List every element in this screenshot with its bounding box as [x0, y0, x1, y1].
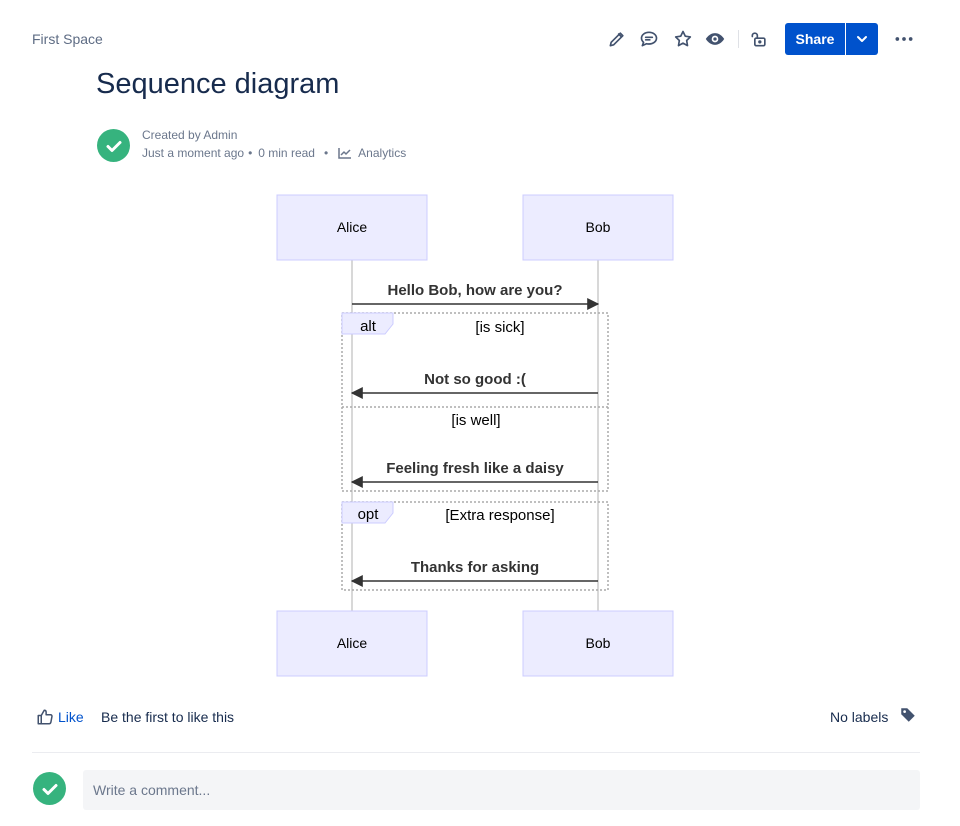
restrictions-button[interactable]: [746, 26, 772, 52]
message-label: Thanks for asking: [411, 559, 539, 576]
footer-divider: [32, 752, 920, 753]
comment-button[interactable]: [636, 26, 662, 52]
svg-text:Bob: Bob: [586, 635, 611, 651]
sequence-diagram: Alice Bob Hello Bob, how are you? alt [i…: [276, 192, 686, 687]
svg-text:[is sick]: [is sick]: [475, 319, 524, 336]
star-icon: [674, 30, 692, 47]
star-button[interactable]: [670, 26, 696, 52]
share-button[interactable]: Share: [785, 23, 845, 55]
opt-fragment: opt [Extra response]: [341, 501, 609, 591]
like-label: Like: [58, 709, 84, 725]
bullet-separator: •: [323, 146, 329, 160]
watch-icon: [705, 33, 725, 45]
more-actions-icon: [895, 37, 913, 41]
analytics-icon: [338, 148, 352, 159]
restrictions-icon: [751, 32, 766, 47]
like-button[interactable]: Like: [36, 708, 84, 726]
tag-icon: [901, 708, 915, 722]
edit-labels-button[interactable]: [899, 706, 917, 729]
sequence-diagram-svg: Alice Bob Hello Bob, how are you? alt [i…: [276, 194, 674, 677]
breadcrumb-first-space[interactable]: First Space: [32, 31, 103, 47]
actor-alice-bottom: Alice: [276, 610, 428, 677]
toolbar-divider: [738, 30, 739, 48]
actor-alice-top: Alice: [276, 194, 428, 261]
labels-status: No labels: [830, 709, 889, 725]
message-label: Not so good :(: [424, 371, 526, 388]
share-dropdown-button[interactable]: [846, 23, 878, 55]
bullet-separator: •: [248, 146, 253, 160]
analytics-link[interactable]: Analytics: [358, 146, 406, 160]
message-label: Hello Bob, how are you?: [387, 282, 562, 299]
byline-created-by: Created by Admin: [142, 128, 238, 142]
author-avatar[interactable]: [97, 129, 130, 162]
byline-details: Just a moment ago • 0 min read • Analyti…: [142, 146, 406, 160]
edit-icon: [609, 32, 624, 47]
like-hint: Be the first to like this: [101, 709, 235, 725]
message-label: Feeling fresh like a daisy: [386, 460, 564, 477]
comment-input[interactable]: [83, 770, 920, 810]
svg-text:Alice: Alice: [337, 635, 368, 651]
svg-text:[Extra response]: [Extra response]: [445, 507, 554, 524]
thumbs-up-icon: [37, 709, 53, 725]
chevron-down-icon: [857, 36, 867, 42]
svg-text:[is well]: [is well]: [451, 412, 500, 429]
svg-text:opt: opt: [358, 506, 380, 523]
byline-time: Just a moment ago: [142, 146, 245, 160]
svg-text:Alice: Alice: [337, 219, 368, 235]
edit-button[interactable]: [604, 26, 630, 52]
byline-read-time: 0 min read: [258, 146, 315, 160]
comment-icon: [640, 31, 658, 47]
watch-button[interactable]: [702, 26, 728, 52]
svg-text:Bob: Bob: [586, 219, 611, 235]
actor-bob-bottom: Bob: [522, 610, 674, 677]
more-actions-button[interactable]: [891, 26, 917, 52]
svg-text:alt: alt: [360, 318, 377, 335]
comment-avatar: [33, 772, 66, 805]
page-title: Sequence diagram: [96, 68, 340, 100]
actor-bob-top: Bob: [522, 194, 674, 261]
checkmark-icon: [42, 783, 57, 795]
checkmark-icon: [106, 140, 121, 152]
